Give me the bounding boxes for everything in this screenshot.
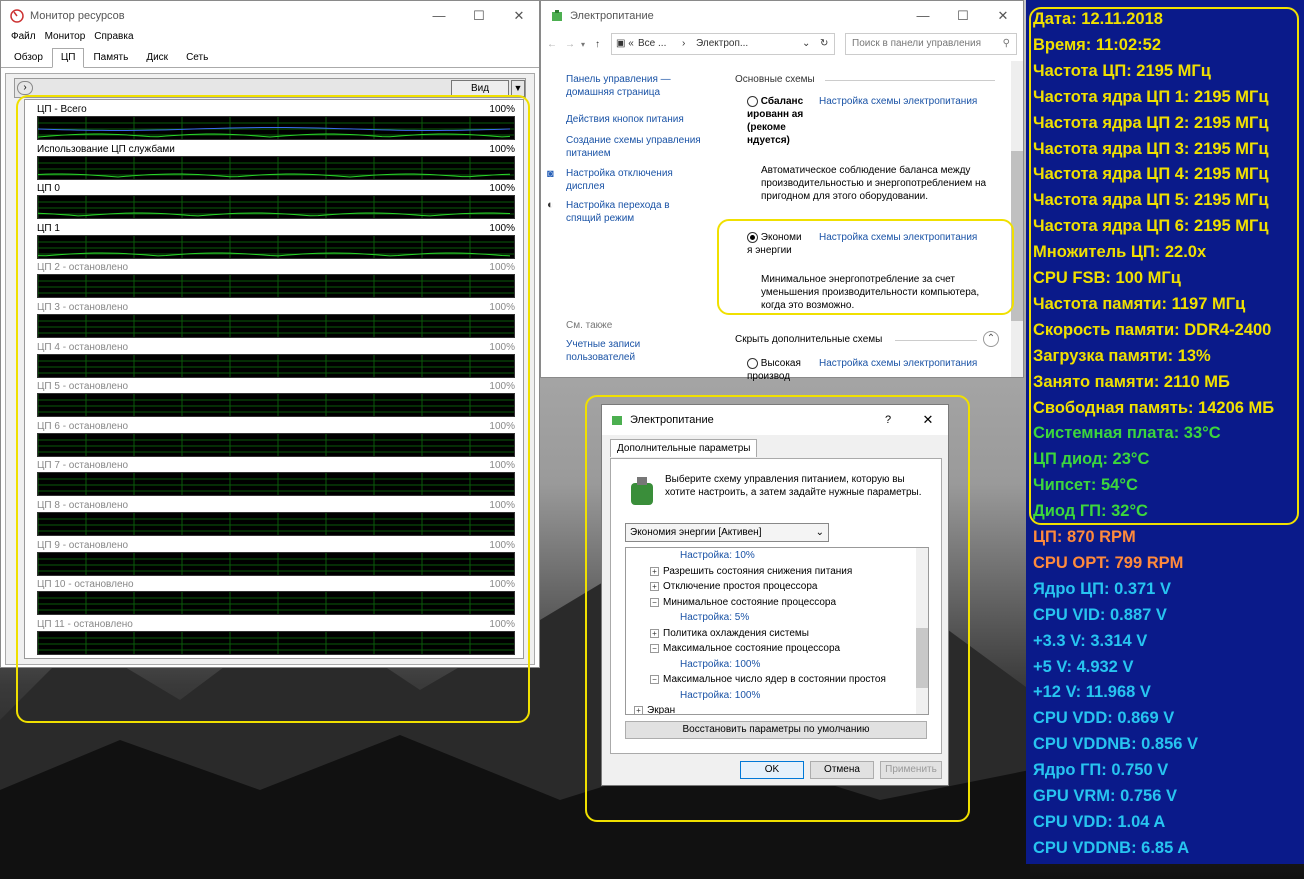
menu-monitor[interactable]: Монитор bbox=[45, 31, 86, 45]
collapse-icon[interactable]: › bbox=[17, 81, 33, 95]
menu-bar: Файл Монитор Справка bbox=[1, 31, 539, 45]
highlight-economy-scheme bbox=[717, 219, 1014, 315]
dropdown-icon[interactable]: ⌄ bbox=[802, 38, 810, 49]
chevron-down-icon[interactable]: ▾ bbox=[581, 40, 595, 49]
create-plan-link[interactable]: Создание схемы управления питанием bbox=[566, 134, 706, 160]
high-radio[interactable] bbox=[747, 357, 758, 369]
breadcrumb-sep-icon: › bbox=[682, 38, 686, 49]
maximize-button[interactable]: ☐ bbox=[943, 8, 983, 24]
user-accounts-link[interactable]: Учетные записи пользователей bbox=[566, 338, 706, 364]
up-icon[interactable]: ↑ bbox=[595, 39, 609, 50]
sensor-reading: Ядро ГП: 0.750 V bbox=[1033, 761, 1169, 780]
highlight-cpu-graphs bbox=[16, 95, 530, 723]
balanced-radio[interactable] bbox=[747, 95, 758, 107]
tab-network[interactable]: Сеть bbox=[177, 48, 217, 67]
display-off-link[interactable]: Настройка отключения дисплея bbox=[566, 167, 706, 193]
tab-overview[interactable]: Обзор bbox=[5, 48, 52, 67]
sensor-reading: +5 V: 4.932 V bbox=[1033, 657, 1134, 676]
tab-memory[interactable]: Память bbox=[84, 48, 137, 67]
basic-schemes-heading: Основные схемы bbox=[735, 73, 997, 86]
tab-disk[interactable]: Диск bbox=[137, 48, 177, 67]
highlight-sensor-values bbox=[1029, 7, 1299, 525]
window-title: Электропитание bbox=[570, 10, 654, 22]
window-title: Монитор ресурсов bbox=[30, 10, 125, 22]
power-options-window: Электропитание — ☐ ✕ ← → ▾ ↑ ▣ « Все ... ›… bbox=[540, 0, 1024, 382]
search-input[interactable]: Поиск в панели управления ⚲ bbox=[845, 33, 1017, 55]
sensor-reading: CPU VID: 0.887 V bbox=[1033, 605, 1167, 624]
minimize-button[interactable]: — bbox=[419, 8, 459, 24]
power-buttons-link[interactable]: Действия кнопок питания bbox=[566, 113, 706, 126]
breadcrumb[interactable]: ▣ « Все ... › Электроп... ⌄ ↻ bbox=[611, 33, 835, 55]
title-bar[interactable]: Монитор ресурсов — ☐ ✕ bbox=[1, 1, 539, 31]
refresh-icon[interactable]: ↻ bbox=[820, 38, 828, 49]
address-bar: ← → ▾ ↑ ▣ « Все ... › Электроп... ⌄ ↻ По… bbox=[547, 33, 1017, 55]
display-icon: ◙ bbox=[547, 168, 554, 180]
sensor-reading: ЦП: 870 RPM bbox=[1033, 528, 1136, 546]
tab-bar: Обзор ЦП Память Диск Сеть bbox=[1, 48, 539, 68]
sensor-reading: CPU VDD: 0.869 V bbox=[1033, 709, 1175, 728]
menu-file[interactable]: Файл bbox=[11, 31, 36, 45]
tab-cpu[interactable]: ЦП bbox=[51, 48, 85, 68]
sensor-reading: CPU OPT: 799 RPM bbox=[1033, 553, 1184, 572]
hide-extra-schemes[interactable]: Скрыть дополнительные схемы ⌃ bbox=[735, 331, 1005, 347]
title-bar[interactable]: Электропитание — ☐ ✕ bbox=[541, 1, 1023, 31]
sensor-reading: +12 V: 11.968 V bbox=[1033, 683, 1151, 702]
moon-icon: ◐ bbox=[547, 199, 554, 211]
sensor-reading: CPU VDDNB: 0.856 V bbox=[1033, 735, 1199, 754]
collapse-up-icon[interactable]: ⌃ bbox=[983, 331, 999, 347]
scheme-balanced[interactable]: Сбаланс ированн ая (рекоме ндуется) bbox=[747, 95, 807, 147]
breadcrumb-all[interactable]: Все ... bbox=[638, 38, 666, 49]
maximize-button[interactable]: ☐ bbox=[459, 8, 499, 24]
minimize-button[interactable]: — bbox=[903, 8, 943, 24]
sensor-reading: CPU VDD: 1.04 A bbox=[1033, 812, 1166, 831]
control-panel-icon: ▣ « bbox=[616, 38, 634, 49]
highlight-dialog bbox=[585, 395, 970, 822]
cp-home-link[interactable]: Панель управления — домашняя страница bbox=[566, 73, 706, 99]
resource-monitor-icon bbox=[10, 9, 24, 23]
breadcrumb-power[interactable]: Электроп... bbox=[696, 38, 748, 49]
high-settings-link[interactable]: Настройка схемы электропитания bbox=[819, 357, 977, 370]
balanced-settings-link[interactable]: Настройка схемы электропитания bbox=[819, 95, 977, 108]
search-icon: ⚲ bbox=[1002, 38, 1010, 49]
sensor-reading: GPU VRM: 0.756 V bbox=[1033, 787, 1177, 805]
menu-help[interactable]: Справка bbox=[94, 31, 133, 45]
sleep-link[interactable]: Настройка перехода в спящий режим bbox=[566, 199, 706, 225]
sensor-reading: +3.3 V: 3.314 V bbox=[1033, 631, 1148, 650]
scheme-high[interactable]: Высокая производ bbox=[747, 357, 807, 383]
close-button[interactable]: ✕ bbox=[983, 8, 1023, 24]
sensor-reading: CPU VDDNB: 6.85 A bbox=[1033, 838, 1190, 857]
back-icon[interactable]: ← bbox=[547, 39, 565, 50]
balanced-description: Автоматическое соблюдение баланса между … bbox=[761, 165, 987, 202]
sensor-reading: Ядро ЦП: 0.371 V bbox=[1033, 579, 1171, 598]
power-icon bbox=[552, 10, 562, 21]
close-button[interactable]: ✕ bbox=[499, 8, 539, 24]
forward-icon[interactable]: → bbox=[565, 39, 581, 50]
see-also-label: См. также bbox=[566, 320, 613, 331]
scrollbar[interactable] bbox=[1011, 61, 1023, 377]
